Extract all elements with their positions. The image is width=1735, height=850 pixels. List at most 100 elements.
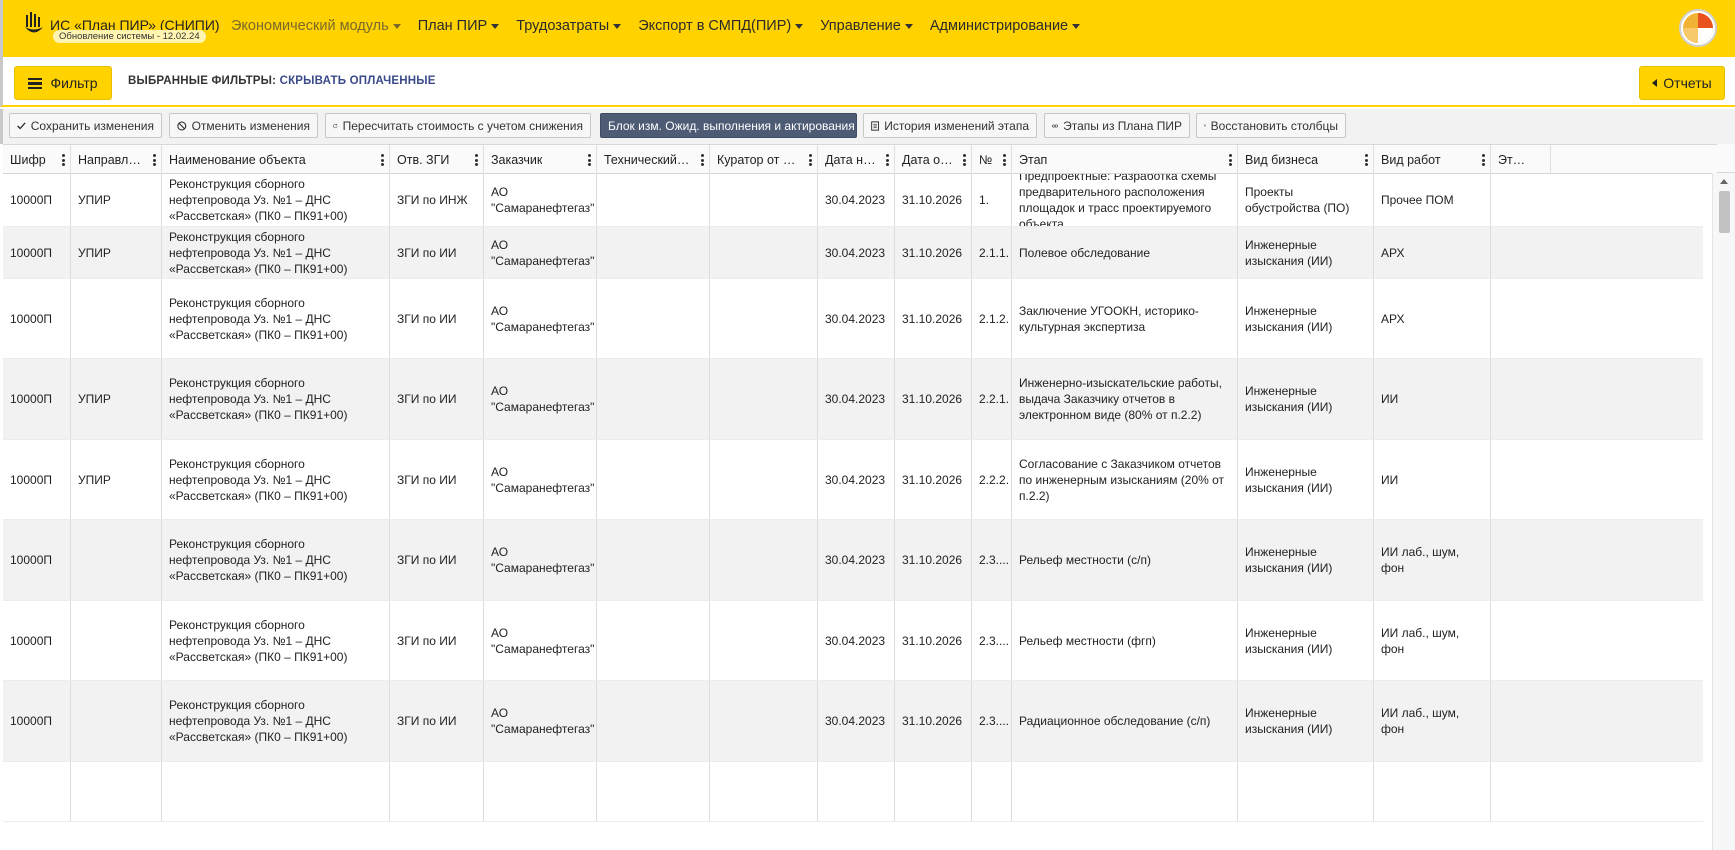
table-row[interactable]: 10000П Реконструкция сборного нефтепровод… [3,601,1703,681]
cell-num[interactable]: 2.3.... [972,601,1012,680]
block-changes-button[interactable]: Блок изм. Ожид. выполнения и актирования [600,113,857,138]
cell-direction[interactable] [71,681,162,761]
cell-customer[interactable]: АО "Самаранефтегаз" [484,359,597,439]
column-header-zgi[interactable]: Отв. ЗГИ [390,145,484,174]
cell-tech[interactable] [597,440,710,519]
cell-stage[interactable] [1012,762,1238,821]
cell-monitoring[interactable] [1491,174,1551,226]
cell-tech[interactable] [597,174,710,226]
cell-business[interactable]: Проекты обустройства (ПО) [1238,174,1374,226]
cell-code[interactable]: 10000П [3,440,71,519]
cell-code[interactable]: 10000П [3,227,71,278]
menu-administration[interactable]: Администрирование [930,18,1081,34]
cell-curator[interactable] [710,227,818,278]
cell-start[interactable]: 30.04.2023 [818,440,895,519]
cell-start[interactable]: 30.04.2023 [818,359,895,439]
stages-from-plan-button[interactable]: Этапы из Плана ПИР [1044,113,1190,138]
column-menu-icon[interactable] [588,154,591,166]
cell-object[interactable]: Реконструкция сборного нефтепровода Уз. … [162,174,390,226]
table-row[interactable]: 10000П Реконструкция сборного нефтепровод… [3,520,1703,601]
column-header-end[interactable]: Дата око… [895,145,972,174]
cell-business[interactable]: Инженерные изыскания (ИИ) [1238,440,1374,519]
cell-work[interactable]: ИИ [1374,440,1491,519]
cell-object[interactable]: Реконструкция сборного нефтепровода Уз. … [162,681,390,761]
cell-end[interactable]: 31.10.2026 [895,359,972,439]
cell-customer[interactable]: АО "Самаранефтегаз" [484,279,597,358]
cell-code[interactable]: 10000П [3,601,71,680]
cell-tech[interactable] [597,520,710,600]
cell-direction[interactable] [71,601,162,680]
table-row[interactable]: 10000П Реконструкция сборного нефтепровод… [3,279,1703,359]
cell-zgi[interactable]: ЗГИ по ИИ [390,520,484,600]
cell-customer[interactable]: АО "Самаранефтегаз" [484,174,597,226]
cell-start[interactable]: 30.04.2023 [818,601,895,680]
table-row[interactable]: 10000П УПИР Реконструкция сборного нефтепр… [3,359,1703,440]
cell-work[interactable]: АРХ [1374,279,1491,358]
column-menu-icon[interactable] [381,154,384,166]
column-header-object[interactable]: Наименование объекта [162,145,390,174]
column-menu-icon[interactable] [1229,154,1232,166]
cell-num[interactable]: 2.1.1. [972,227,1012,278]
cell-stage[interactable]: Радиационное обследование (с/п) [1012,681,1238,761]
menu-management[interactable]: Управление [820,18,913,34]
cell-code[interactable]: 10000П [3,359,71,439]
cell-tech[interactable] [597,279,710,358]
cell-customer[interactable]: АО "Самаранефтегаз" [484,601,597,680]
cell-stage[interactable]: Инженерно-изыскательские работы, выдача … [1012,359,1238,439]
user-avatar-pie-icon[interactable] [1678,8,1718,48]
column-header-customer[interactable]: Заказчик [484,145,597,174]
cell-start[interactable]: 30.04.2023 [818,279,895,358]
cell-direction[interactable] [71,762,162,821]
cell-start[interactable]: 30.04.2023 [818,520,895,600]
column-header-start[interactable]: Дата нач… [818,145,895,174]
cell-customer[interactable]: АО "Самаранефтегаз" [484,227,597,278]
save-changes-button[interactable]: Сохранить изменения [9,113,162,138]
column-header-stage[interactable]: Этап [1012,145,1238,174]
cell-object[interactable]: Реконструкция сборного нефтепровода Уз. … [162,279,390,358]
cell-end[interactable]: 31.10.2026 [895,520,972,600]
column-menu-icon[interactable] [1482,154,1485,166]
column-menu-icon[interactable] [62,154,65,166]
table-row[interactable] [3,762,1703,822]
cell-code[interactable] [3,762,71,821]
cell-start[interactable]: 30.04.2023 [818,227,895,278]
cell-stage[interactable]: Согласование с Заказчиком отчетов по инж… [1012,440,1238,519]
cell-business[interactable] [1238,762,1374,821]
cell-stage[interactable]: Полевое обследование [1012,227,1238,278]
cell-work[interactable]: ИИ лаб., шум, фон [1374,601,1491,680]
cell-curator[interactable] [710,359,818,439]
column-header-tech[interactable]: Технический За… [597,145,710,174]
cell-num[interactable] [972,762,1012,821]
cell-tech[interactable] [597,681,710,761]
cell-end[interactable]: 31.10.2026 [895,174,972,226]
cell-zgi[interactable] [390,762,484,821]
cell-direction[interactable]: УПИР [71,174,162,226]
cell-tech[interactable] [597,762,710,821]
column-menu-icon[interactable] [1365,154,1368,166]
column-header-direction[interactable]: Направлен… [71,145,162,174]
column-header-curator[interactable]: Куратор от Зак… [710,145,818,174]
cell-monitoring[interactable] [1491,681,1551,761]
cell-business[interactable]: Инженерные изыскания (ИИ) [1238,359,1374,439]
column-menu-icon[interactable] [701,154,704,166]
cell-curator[interactable] [710,440,818,519]
cell-customer[interactable] [484,762,597,821]
cell-tech[interactable] [597,601,710,680]
cell-monitoring[interactable] [1491,227,1551,278]
cell-code[interactable]: 10000П [3,279,71,358]
column-menu-icon[interactable] [1003,154,1006,166]
cell-stage[interactable]: Заключение УГООКН, историко-культурная э… [1012,279,1238,358]
cell-end[interactable]: 31.10.2026 [895,440,972,519]
table-row[interactable]: 10000П Реконструкция сборного нефтепровод… [3,681,1703,762]
cell-work[interactable] [1374,762,1491,821]
cell-object[interactable]: Реконструкция сборного нефтепровода Уз. … [162,440,390,519]
cell-direction[interactable]: УПИР [71,440,162,519]
stage-history-button[interactable]: История изменений этапа [863,113,1037,138]
column-menu-icon[interactable] [475,154,478,166]
cell-curator[interactable] [710,279,818,358]
cell-num[interactable]: 2.1.2. [972,279,1012,358]
cell-business[interactable]: Инженерные изыскания (ИИ) [1238,279,1374,358]
cell-work[interactable]: АРХ [1374,227,1491,278]
cell-object[interactable]: Реконструкция сборного нефтепровода Уз. … [162,359,390,439]
cell-start[interactable]: 30.04.2023 [818,681,895,761]
